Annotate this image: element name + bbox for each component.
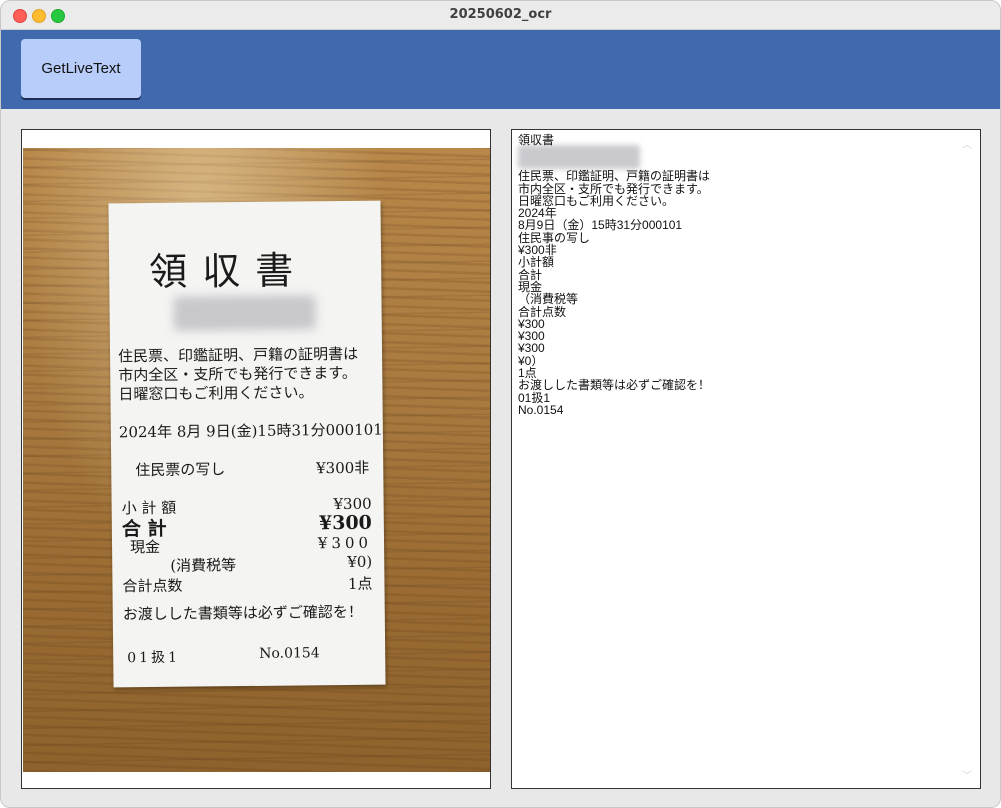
ocr-line: ¥0）	[518, 353, 544, 368]
ocr-line: ¥300	[518, 316, 545, 331]
redacted-blur	[173, 295, 316, 331]
ocr-line: 合計点数	[518, 304, 567, 319]
ocr-line: 現金	[518, 279, 543, 294]
scroll-up-icon[interactable]: ︿	[962, 136, 972, 151]
ocr-line: 8月9日（金）15時31分000101	[518, 218, 683, 233]
cash-value: ¥300	[317, 533, 373, 553]
ocr-line: 住民事の写し	[518, 230, 591, 245]
ocr-line: No.0154	[518, 402, 564, 417]
count-value: 1点	[347, 574, 373, 593]
total-value: ¥300	[318, 511, 372, 535]
get-live-text-button[interactable]: GetLiveText	[21, 39, 141, 98]
ocr-text-panel[interactable]: 領収書 住民票、印鑑証明、戸籍の証明書は 市内全区・支所でも発行できます。 日曜窓口も…	[511, 129, 981, 789]
ocr-blank-line	[518, 146, 962, 170]
receipt-item-amount: ¥300非	[315, 458, 370, 478]
receipt-datetime: 2024年 8月 9日(金)15時31分000101	[118, 420, 383, 442]
count-label: 合計点数	[122, 576, 183, 596]
toolbar: GetLiveText	[1, 30, 1000, 109]
ocr-line: お渡しした書類等は必ずご確認を！	[518, 378, 711, 393]
subtotal-value: ¥300	[333, 494, 372, 514]
tax-label: (消費税等	[170, 556, 237, 575]
receipt-item: 住民票の写し	[135, 460, 226, 480]
tax-value: ¥0)	[347, 552, 373, 571]
scroll-down-icon[interactable]: ﹀	[962, 767, 972, 782]
cash-label: 現金	[129, 537, 161, 557]
receipt-number: No.0154	[259, 645, 320, 662]
app-window: 20250602_ocr GetLiveText 領収書 住民票、印鑑証明、戸籍…	[0, 0, 1001, 808]
receipt-title: 領収書	[148, 248, 309, 295]
receipt-photo: 領収書 住民票、印鑑証明、戸籍の証明書は 市内全区・支所でも発行できます。 日曜…	[23, 148, 490, 772]
receipt-notice: 住民票、印鑑証明、戸籍の証明書は 市内全区・支所でも発行できます。 日曜窓口もご…	[117, 344, 359, 404]
ocr-line: 小計額	[518, 255, 555, 270]
ocr-text[interactable]: 領収書 住民票、印鑑証明、戸籍の証明書は 市内全区・支所でも発行できます。 日曜窓口も…	[518, 133, 962, 417]
ocr-line: 日曜窓口もご利用ください。	[518, 193, 675, 208]
ocr-line: 領収書	[518, 133, 555, 147]
receipt-paper: 領収書 住民票、印鑑証明、戸籍の証明書は 市内全区・支所でも発行できます。 日曜…	[108, 200, 386, 688]
receipt-footer: お渡しした書類等は必ずご確認を！	[122, 602, 363, 624]
receipt-code: 01扱1	[127, 649, 181, 667]
ocr-line: 01扱1	[518, 390, 551, 405]
ocr-line: ¥300非	[518, 243, 557, 258]
image-panel: 領収書 住民票、印鑑証明、戸籍の証明書は 市内全区・支所でも発行できます。 日曜…	[21, 129, 491, 789]
ocr-line: 合計	[518, 267, 543, 282]
window-title: 20250602_ocr	[449, 7, 552, 22]
ocr-line: ¥300	[518, 329, 545, 344]
ocr-line: ¥300	[518, 341, 545, 356]
ocr-line: 住民票、印鑑証明、戸籍の証明書は	[518, 169, 711, 184]
title-bar: 20250602_ocr	[1, 1, 1000, 30]
ocr-line: （消費税等	[518, 292, 579, 307]
